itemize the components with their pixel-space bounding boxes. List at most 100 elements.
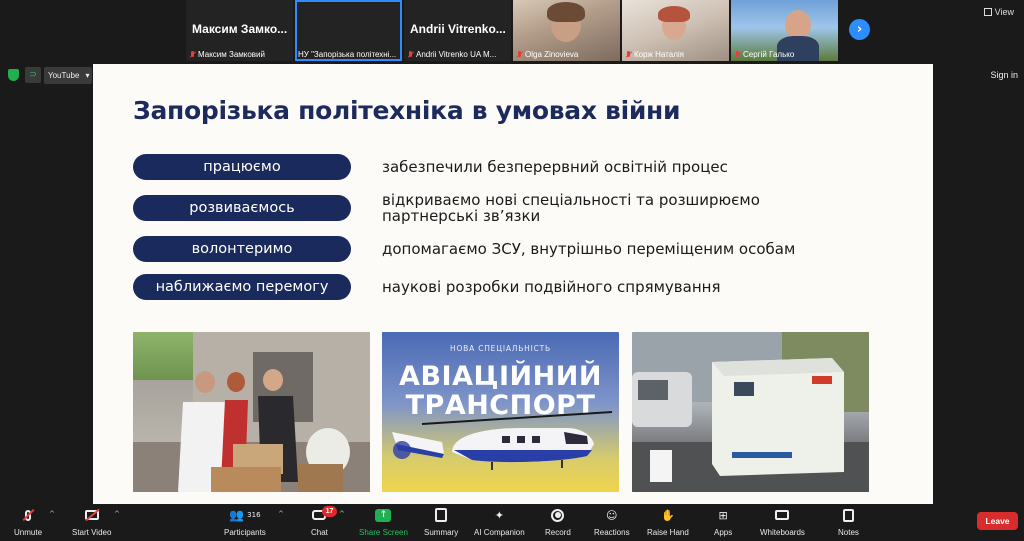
helicopter-icon (392, 411, 613, 470)
apps-button[interactable]: ⊞ Apps (714, 507, 733, 538)
slide-pill: наближаємо перемогу (133, 274, 351, 300)
apps-icon: ⊞ (718, 508, 728, 522)
participant-caption: Olga Zinovieva (516, 50, 618, 59)
meeting-toolbar: Unmute ^ Start Video ^ 👥 316 Participants… (0, 504, 1024, 541)
volunteers-photo (133, 332, 370, 492)
participant-caption: Сергій Галько (734, 50, 836, 59)
mic-muted-icon (407, 50, 414, 59)
record-icon (550, 507, 566, 523)
hand-icon: ✋ (661, 508, 675, 522)
whiteboard-icon (774, 507, 790, 523)
whiteboards-button[interactable]: Whiteboards (760, 507, 805, 537)
share-screen-button[interactable]: ↑ Share Screen (359, 507, 408, 537)
participant-name: Сергій Галько (743, 50, 795, 59)
participant-tile[interactable]: Andrii Vitrenko... Andrii Vitrenko UA M.… (404, 0, 511, 61)
mic-muted-icon (189, 50, 196, 59)
unmute-label: Unmute (14, 528, 43, 537)
chat-label: Chat (311, 528, 328, 537)
generator-photo-art (632, 332, 869, 492)
participants-label: Participants (224, 528, 266, 537)
sign-in-link[interactable]: Sign in (990, 70, 1018, 80)
view-label: View (994, 6, 1014, 17)
participant-video-tile[interactable]: Olga Zinovieva (513, 0, 620, 61)
participant-strip: Максим Замко... Максим Замковий НУ "Запо… (186, 0, 838, 61)
shield-icon (8, 69, 19, 81)
participant-name: Максим Замковий (198, 50, 265, 59)
participants-button[interactable]: 👥 316 Participants (224, 507, 266, 537)
generator-photo (632, 332, 869, 492)
reactions-label: Reactions (594, 528, 630, 537)
ai-companion-button[interactable]: ✦ AI Companion (474, 507, 525, 538)
record-button[interactable]: Record (545, 507, 571, 537)
participant-hair (547, 2, 585, 22)
whiteboards-label: Whiteboards (760, 528, 805, 537)
participant-big-name: Максим Замко... (192, 22, 288, 36)
chat-badge: 17 (322, 506, 337, 517)
chevron-up-icon[interactable]: ^ (339, 510, 345, 518)
rss-icon[interactable]: ⊃ (25, 67, 41, 83)
slide-pill: розвиваємось (133, 195, 351, 221)
participant-caption: Максим Замковий (189, 50, 291, 59)
participant-tile[interactable]: НУ "Запорізька політехні... (295, 0, 402, 61)
participants-icon: 👥 316 (229, 508, 261, 522)
ai-companion-label: AI Companion (474, 528, 525, 537)
zoom-meeting-window: Максим Замко... Максим Замковий НУ "Запо… (0, 0, 1024, 541)
unmute-button[interactable]: Unmute (14, 507, 42, 537)
aviation-promo-image: НОВА СПЕЦІАЛЬНІСТЬ АВІАЦІЙНИЙ ТРАНСПОРТ (382, 332, 619, 492)
raise-hand-label: Raise Hand (647, 528, 689, 537)
volunteers-photo-art (133, 332, 370, 492)
participant-caption: НУ "Запорізька політехні... (298, 50, 400, 59)
participant-hair (658, 6, 690, 22)
grid-view-icon (983, 7, 992, 16)
summary-icon (433, 507, 449, 523)
start-video-button[interactable]: Start Video (72, 507, 111, 537)
video-off-icon (84, 507, 100, 523)
slide-desc: забезпечили безперервний освітній процес (382, 158, 728, 176)
participant-big-name: Andrii Vitrenko... (410, 22, 506, 36)
notes-label: Notes (838, 528, 859, 537)
share-screen-icon: ↑ (375, 507, 392, 523)
participant-name: НУ "Запорізька політехні... (298, 50, 397, 59)
chevron-up-icon[interactable]: ^ (114, 510, 120, 518)
mic-muted-icon (625, 50, 632, 59)
strip-next-icon[interactable]: › (849, 19, 870, 40)
sparkle-icon: ✦ (494, 508, 504, 522)
start-video-label: Start Video (72, 528, 112, 537)
youtube-label: YouTube (48, 71, 80, 80)
slide-pill: волонтеримо (133, 236, 351, 262)
leave-button[interactable]: Leave (977, 512, 1018, 530)
participant-name: Andrii Vitrenko UA M... (416, 50, 497, 59)
participant-caption: Корж Наталія (625, 50, 727, 59)
participant-name: Корж Наталія (634, 50, 684, 59)
participant-tile[interactable]: Максим Замко... Максим Замковий (186, 0, 293, 61)
chevron-up-icon[interactable]: ^ (49, 510, 55, 518)
youtube-select[interactable]: YouTube ▾ (44, 67, 92, 84)
reactions-button[interactable]: ☺ Reactions (594, 507, 630, 538)
apps-label: Apps (714, 528, 733, 537)
participant-video-tile[interactable]: Корж Наталія (622, 0, 729, 61)
summary-button[interactable]: Summary (424, 507, 458, 537)
participant-video-tile[interactable]: Сергій Галько (731, 0, 838, 61)
raise-hand-button[interactable]: ✋ Raise Hand (647, 507, 689, 538)
slide-desc: наукові розробки подвійного спрямування (382, 278, 721, 296)
slide-desc: відкриваємо нові спеціальності та розшир… (382, 191, 760, 225)
share-screen-label: Share Screen (359, 528, 408, 537)
chevron-up-icon[interactable]: ^ (278, 510, 284, 518)
slide-pill: працюємо (133, 154, 351, 180)
chevron-down-icon: ▾ (85, 71, 90, 80)
participant-caption: Andrii Vitrenko UA M... (407, 50, 509, 59)
mic-muted-icon (516, 50, 523, 59)
slide-title: Запорізька політехніка в умовах війни (133, 96, 681, 125)
participant-name: Olga Zinovieva (525, 50, 579, 59)
participants-count: 316 (247, 511, 261, 519)
slide-desc: допомагаємо ЗСУ, внутрішньо переміщеним … (382, 240, 796, 258)
record-label: Record (545, 528, 571, 537)
notes-button[interactable]: Notes (838, 507, 859, 537)
shared-slide: Запорізька політехніка в умовах війни пр… (93, 64, 933, 504)
smiley-icon: ☺ (606, 508, 618, 522)
mic-off-icon (20, 507, 36, 523)
mic-muted-icon (734, 50, 741, 59)
notes-icon (840, 507, 856, 523)
summary-label: Summary (424, 528, 459, 537)
view-button[interactable]: View (980, 4, 1018, 19)
